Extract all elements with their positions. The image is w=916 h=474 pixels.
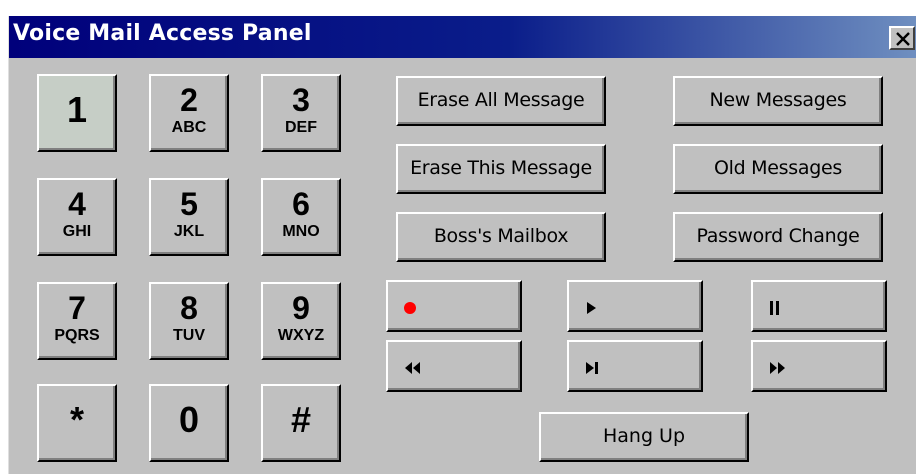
pause-button[interactable] (751, 280, 887, 332)
skip-next-button[interactable] (567, 340, 703, 392)
erase-this-button[interactable]: Erase This Message (396, 144, 606, 194)
key-6[interactable]: 6 MNO (261, 178, 341, 256)
key-digit: 3 (292, 82, 310, 118)
key-letters: JKL (173, 223, 205, 240)
key-4[interactable]: 4 GHI (37, 178, 117, 256)
key-3[interactable]: 3 DEF (261, 74, 341, 152)
new-messages-label: New Messages (709, 89, 847, 111)
key-digit: 6 (292, 186, 310, 222)
boss-mailbox-button[interactable]: Boss's Mailbox (396, 212, 606, 262)
play-icon (587, 302, 596, 314)
hang-up-button[interactable]: Hang Up (539, 412, 749, 462)
key-5[interactable]: 5 JKL (149, 178, 229, 256)
key-letters: ABC (171, 119, 207, 136)
window-title: Voice Mail Access Panel (13, 21, 312, 46)
key-digit: 4 (68, 186, 86, 222)
play-button[interactable] (567, 280, 703, 332)
key-star[interactable]: * (37, 384, 117, 462)
key-letters: MNO (282, 223, 320, 240)
key-letters: PQRS (54, 327, 100, 344)
key-digit: 2 (180, 82, 198, 118)
close-button[interactable] (889, 26, 915, 50)
key-digit: 8 (180, 290, 198, 326)
key-0[interactable]: 0 (149, 384, 229, 462)
key-2[interactable]: 2 ABC (149, 74, 229, 152)
rewind-button[interactable] (386, 340, 522, 392)
record-button[interactable] (386, 280, 522, 332)
record-icon (404, 302, 416, 314)
key-digit: 7 (68, 290, 86, 326)
erase-all-button[interactable]: Erase All Message (396, 76, 606, 126)
hang-up-label: Hang Up (602, 425, 686, 447)
key-digit: # (290, 399, 312, 440)
fast-forward-icon (770, 362, 785, 374)
key-letters: WXYZ (277, 327, 325, 344)
key-9[interactable]: 9 WXYZ (261, 282, 341, 360)
key-8[interactable]: 8 TUV (149, 282, 229, 360)
close-icon (896, 32, 910, 46)
key-letters: TUV (173, 327, 205, 344)
key-1[interactable]: 1 (37, 74, 117, 152)
new-messages-button[interactable]: New Messages (673, 76, 883, 126)
title-bar[interactable]: Voice Mail Access Panel (9, 16, 916, 58)
password-change-button[interactable]: Password Change (673, 212, 883, 262)
key-digit: 5 (180, 186, 198, 222)
rewind-icon (405, 362, 420, 374)
password-change-label: Password Change (696, 225, 860, 247)
voice-mail-window: Voice Mail Access Panel 1 2 ABC 3 DEF 4 … (8, 16, 916, 474)
key-letters: GHI (62, 223, 92, 240)
boss-mailbox-label: Boss's Mailbox (433, 225, 569, 247)
erase-this-label: Erase This Message (410, 157, 592, 179)
key-pound[interactable]: # (261, 384, 341, 462)
erase-all-label: Erase All Message (417, 89, 585, 111)
key-digit: 0 (178, 399, 200, 440)
key-7[interactable]: 7 PQRS (37, 282, 117, 360)
skip-next-icon (586, 362, 598, 374)
key-digit: * (69, 399, 84, 440)
key-digit: 1 (66, 89, 88, 130)
old-messages-label: Old Messages (714, 157, 842, 179)
old-messages-button[interactable]: Old Messages (673, 144, 883, 194)
pause-icon (770, 301, 779, 315)
key-digit: 9 (292, 290, 310, 326)
key-letters: DEF (285, 119, 317, 136)
fast-forward-button[interactable] (751, 340, 887, 392)
